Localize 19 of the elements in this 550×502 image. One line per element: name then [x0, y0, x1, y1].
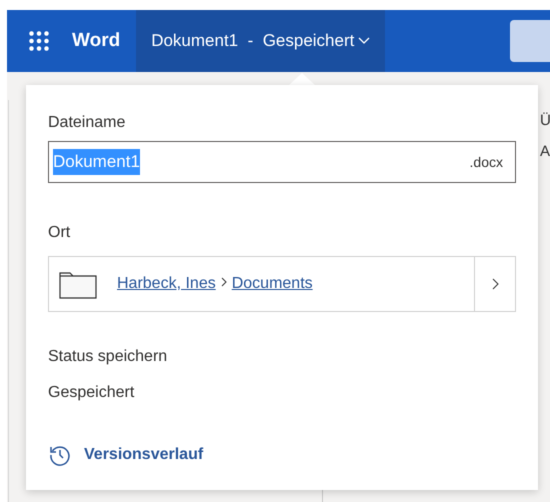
chevron-down-icon [358, 37, 370, 45]
app-name[interactable]: Word [72, 26, 120, 56]
chevron-right-icon [491, 278, 499, 290]
location-box[interactable]: Harbeck, Ines Documents [48, 256, 516, 312]
field-label: Ort [48, 223, 72, 243]
document-title-button[interactable]: Dokument1 - Gespeichert [136, 10, 386, 72]
cut-off-text: A [540, 142, 550, 162]
path-link[interactable]: Documents [232, 272, 313, 296]
field-label: Status speichern [48, 347, 168, 367]
app-launcher-icon[interactable] [29, 31, 49, 51]
version-history-link[interactable]: Versionsverlauf [48, 443, 204, 467]
cut-off-text: Ü [540, 111, 550, 131]
path-link[interactable]: Harbeck, Ines [117, 272, 216, 296]
save-status-text: Gespeichert [48, 383, 136, 403]
field-label: Dateiname [48, 113, 126, 133]
file-name-field[interactable]: Dokument1 .docx [48, 141, 516, 183]
chevron-right-icon [220, 277, 228, 287]
file-name-value: Dokument1 [53, 149, 140, 175]
file-extension: .docx [470, 152, 503, 172]
